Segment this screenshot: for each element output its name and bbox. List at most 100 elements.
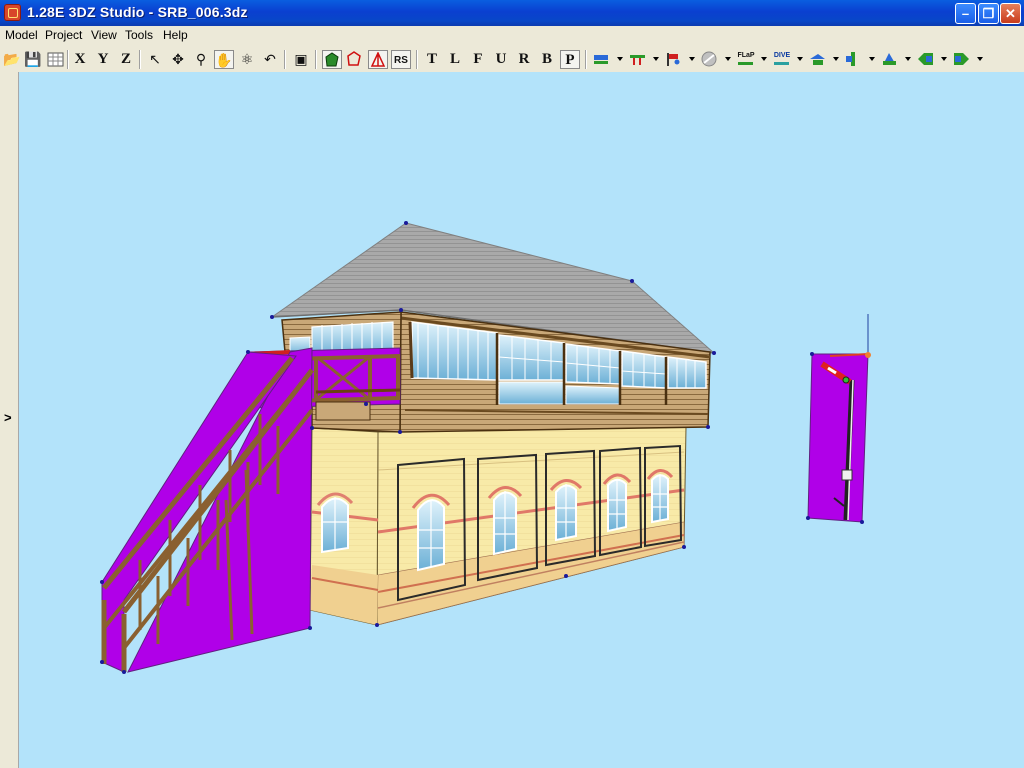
axis-y-button[interactable]: Y (93, 50, 113, 69)
wireframe-shape-icon (347, 51, 361, 66)
view-top-button[interactable]: T (422, 50, 442, 69)
toolbar-separator (67, 50, 69, 69)
axis-x-button[interactable]: X (70, 50, 90, 69)
minimize-icon: – (961, 6, 970, 21)
flap-tool-button[interactable]: FLaP (736, 50, 756, 69)
view-perspective-button[interactable]: P (560, 50, 580, 69)
cursor-arrow-icon: ↖ (149, 51, 161, 67)
open-button[interactable]: 📂 (2, 50, 22, 69)
scene-canvas[interactable] (19, 72, 1024, 768)
rs-button[interactable]: RS (391, 50, 411, 69)
collapsed-side-panel[interactable]: > (0, 72, 19, 768)
view-under-button[interactable]: U (491, 50, 511, 69)
menu-tools[interactable]: Tools (125, 28, 153, 42)
orbit-icon: ⚛ (240, 51, 254, 67)
window-title: 1.28E 3DZ Studio - SRB_006.3dz (27, 4, 248, 20)
dropdown-arrow[interactable] (977, 57, 983, 61)
dropdown-arrow[interactable] (797, 57, 803, 61)
bridge-icon (630, 55, 645, 65)
arrow-right-tool-button[interactable] (952, 50, 972, 69)
dropdown-arrow[interactable] (833, 57, 839, 61)
platform-icon (594, 55, 608, 64)
dropdown-arrow[interactable] (869, 57, 875, 61)
move-arrows-icon: ✥ (172, 51, 184, 67)
expand-panel-icon[interactable]: > (4, 410, 12, 425)
signal-flag-icon (667, 53, 680, 66)
view-left-button[interactable]: L (445, 50, 465, 69)
menu-help[interactable]: Help (163, 28, 188, 42)
dropdown-arrow[interactable] (725, 57, 731, 61)
solid-mode-button[interactable] (322, 50, 342, 69)
platform-tool-button[interactable] (592, 50, 612, 69)
undo-rotate-button[interactable]: ↶ (260, 50, 280, 69)
zoom-button[interactable]: ⚲ (191, 50, 211, 69)
toolbar-separator (315, 50, 317, 69)
menu-project[interactable]: Project (45, 28, 82, 42)
rotate-view-button[interactable]: ⚛ (237, 50, 257, 69)
select-button[interactable]: ↖ (145, 50, 165, 69)
roof-icon (810, 54, 825, 65)
menu-view[interactable]: View (91, 28, 117, 42)
flap-bar-icon (738, 62, 753, 65)
grid-button[interactable] (46, 50, 66, 69)
flap-label: FLaP (737, 52, 755, 59)
dropdown-arrow[interactable] (905, 57, 911, 61)
dropdown-arrow[interactable] (617, 57, 623, 61)
3d-viewport[interactable] (19, 72, 1024, 768)
cone-tool-button[interactable] (880, 50, 900, 69)
staircase[interactable] (101, 347, 314, 673)
post-icon (846, 52, 855, 66)
signal-post-model[interactable] (807, 314, 871, 523)
arrow-left-tool-button[interactable] (916, 50, 936, 69)
floppy-disk-icon: 💾 (24, 51, 42, 67)
arrow-left-block-icon (918, 53, 933, 65)
view-front-button[interactable]: F (468, 50, 488, 69)
main-toolbar: 📂 💾 X Y Z ↖ ✥ ⚲ ✋ ⚛ ↶ ▣ RS T L F U R B P (0, 46, 1024, 73)
signal-tool-button[interactable] (664, 50, 684, 69)
dropdown-arrow[interactable] (941, 57, 947, 61)
toolbar-separator (139, 50, 141, 69)
magnifier-icon: ⚲ (195, 51, 207, 67)
folder-open-icon: 📂 (3, 51, 21, 67)
hand-icon: ✋ (215, 52, 233, 68)
view-right-button[interactable]: R (514, 50, 534, 69)
cone-icon (883, 53, 896, 65)
dive-tool-button[interactable]: DIVE (772, 50, 792, 69)
maximize-button[interactable]: ❐ (978, 3, 999, 24)
triangle-mode-button[interactable] (368, 50, 388, 69)
title-bar[interactable]: 1.28E 3DZ Studio - SRB_006.3dz – ❐ ✕ (0, 0, 1024, 26)
axis-z-button[interactable]: Z (116, 50, 136, 69)
arrow-right-block-icon (954, 53, 969, 65)
close-icon: ✕ (1005, 6, 1016, 21)
triangle-mesh-icon (370, 52, 386, 67)
dive-bar-icon (774, 62, 789, 65)
post-tool-button[interactable] (844, 50, 864, 69)
pan-button[interactable]: ✋ (214, 50, 234, 69)
disc-tool-button[interactable] (700, 50, 720, 69)
dropdown-arrow[interactable] (653, 57, 659, 61)
save-button[interactable]: 💾 (23, 50, 43, 69)
app-icon[interactable] (4, 4, 21, 21)
dive-label: DIVE (773, 52, 791, 59)
restore-icon: ❐ (982, 6, 995, 21)
dropdown-arrow[interactable] (761, 57, 767, 61)
bridge-tool-button[interactable] (628, 50, 648, 69)
dropdown-arrow[interactable] (689, 57, 695, 61)
toolbar-separator (284, 50, 286, 69)
brick-base-side[interactable] (309, 427, 379, 626)
toolbar-separator (585, 50, 587, 69)
zoom-extents-icon: ▣ (294, 51, 308, 67)
wireframe-mode-button[interactable] (345, 50, 365, 69)
minimize-button[interactable]: – (955, 3, 976, 24)
rotate-arc-icon: ↶ (264, 51, 276, 67)
menu-model[interactable]: Model (5, 28, 38, 42)
grid-icon (47, 52, 64, 67)
close-button[interactable]: ✕ (1000, 3, 1021, 24)
solid-shape-icon (325, 52, 339, 67)
move-button[interactable]: ✥ (168, 50, 188, 69)
zoom-extents-button[interactable]: ▣ (291, 50, 311, 69)
toolbar-separator (416, 50, 418, 69)
roof-tool-button[interactable] (808, 50, 828, 69)
disc-icon (701, 51, 717, 67)
view-back-button[interactable]: B (537, 50, 557, 69)
